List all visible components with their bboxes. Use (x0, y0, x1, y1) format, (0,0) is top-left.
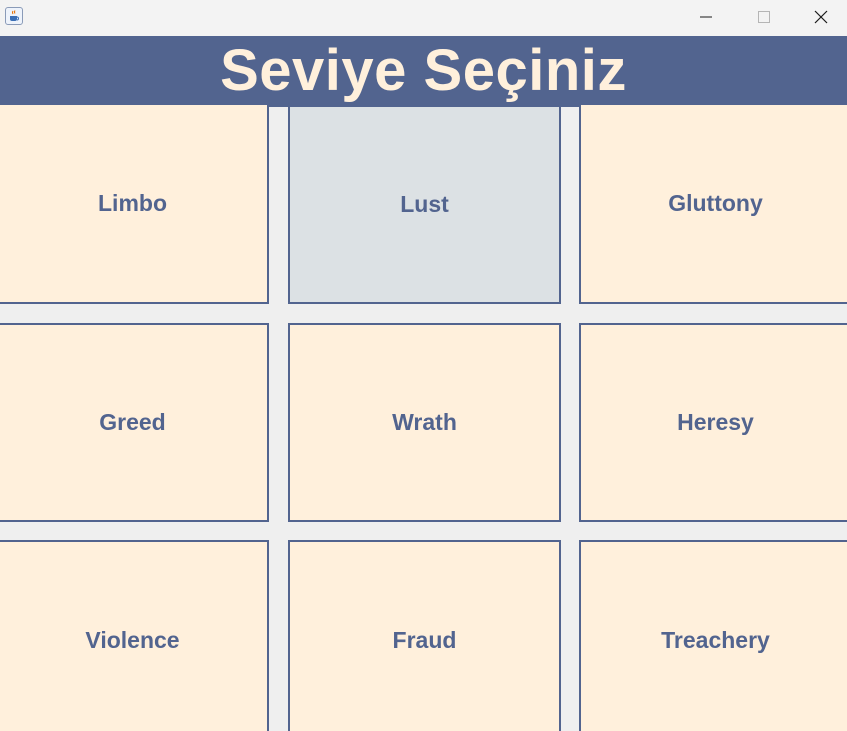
level-button-lust[interactable]: Lust (288, 105, 561, 304)
minimize-button[interactable] (677, 0, 735, 34)
title-bar[interactable] (0, 0, 847, 36)
java-cup-icon[interactable] (5, 7, 23, 25)
level-label: Heresy (677, 409, 754, 435)
level-label: Violence (85, 626, 180, 653)
level-label: Lust (400, 191, 449, 217)
app-window: Seviye Seçiniz Limbo Lust Gluttony Greed… (0, 0, 847, 731)
header-banner: Seviye Seçiniz (0, 36, 847, 107)
level-button-wrath[interactable]: Wrath (288, 323, 561, 522)
level-label: Fraud (392, 626, 457, 653)
level-label: Wrath (392, 409, 457, 435)
level-button-violence[interactable]: Violence (0, 540, 269, 731)
level-button-limbo[interactable]: Limbo (0, 103, 269, 304)
maximize-button[interactable] (735, 0, 793, 34)
minimize-icon (700, 16, 712, 18)
level-button-gluttony[interactable]: Gluttony (579, 103, 847, 304)
maximize-icon (758, 11, 770, 23)
page-title: Seviye Seçiniz (220, 38, 627, 103)
close-button[interactable] (794, 0, 847, 34)
level-label: Limbo (98, 190, 167, 216)
level-label: Gluttony (668, 190, 763, 216)
level-button-greed[interactable]: Greed (0, 323, 269, 522)
level-label: Treachery (661, 626, 770, 653)
close-icon (814, 10, 827, 24)
level-button-treachery[interactable]: Treachery (579, 540, 847, 731)
level-label: Greed (99, 409, 166, 435)
level-button-heresy[interactable]: Heresy (579, 323, 847, 522)
level-button-fraud[interactable]: Fraud (288, 540, 561, 731)
